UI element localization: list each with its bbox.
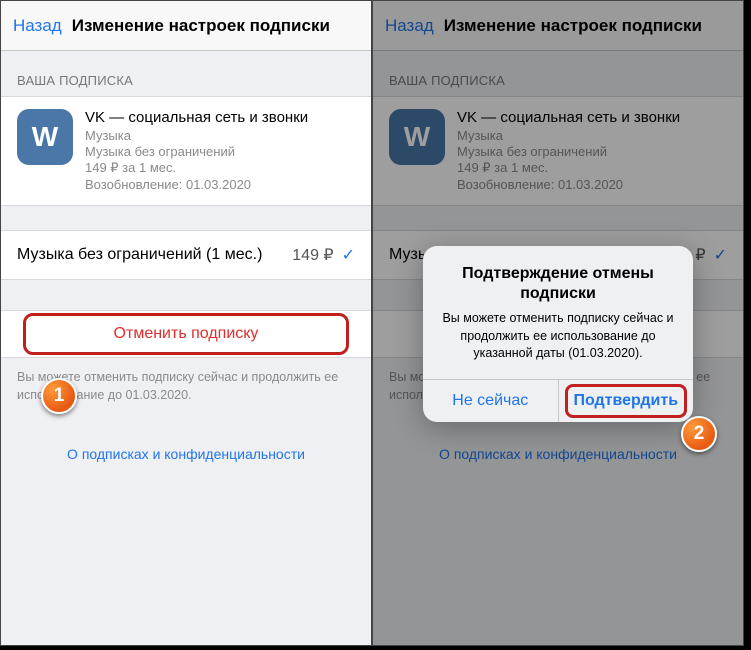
screen-right: Назад Изменение настроек подписки ВАША П… (372, 0, 744, 646)
app-name: VK — социальная сеть и звонки (85, 109, 308, 126)
cancel-subscription-button[interactable]: Отменить подписку (1, 310, 371, 358)
step-badge-1: 1 (41, 378, 77, 414)
alert-buttons: Не сейчас Подтвердить (423, 379, 693, 422)
app-sub2: Музыка без ограничений (85, 144, 308, 159)
plan-option-label: Музыка без ограничений (1 мес.) (17, 246, 262, 264)
alert-body: Подтверждение отмены подписки Вы можете … (423, 246, 693, 379)
app-price: 149 ₽ за 1 мес. (85, 160, 308, 176)
alert-message: Вы можете отменить подписку сейчас и про… (437, 310, 679, 363)
app-sub1: Музыка (85, 128, 308, 143)
page-title: Изменение настроек подписки (72, 16, 330, 36)
step-badge-2: 2 (681, 416, 717, 452)
check-icon: ✓ (342, 245, 355, 265)
cancel-label: Отменить подписку (114, 325, 259, 342)
vk-app-icon: W (17, 109, 73, 165)
plan-option-price: 149 ₽ ✓ (292, 245, 355, 265)
app-renewal: Возобновление: 01.03.2020 (85, 177, 308, 192)
confirm-alert: Подтверждение отмены подписки Вы можете … (423, 246, 693, 422)
screen-left: Назад Изменение настроек подписки ВАША П… (0, 0, 372, 646)
section-header: ВАША ПОДПИСКА (1, 51, 371, 96)
not-now-button[interactable]: Не сейчас (423, 380, 559, 422)
alert-title: Подтверждение отмены подписки (437, 264, 679, 304)
subscription-card[interactable]: W VK — социальная сеть и звонки Музыка М… (1, 96, 371, 206)
plan-option-row[interactable]: Музыка без ограничений (1 мес.) 149 ₽ ✓ (1, 230, 371, 280)
navbar: Назад Изменение настроек подписки (1, 1, 371, 51)
back-button[interactable]: Назад (13, 16, 62, 36)
confirm-label: Подтвердить (573, 392, 678, 409)
privacy-link[interactable]: О подписках и конфиденциальности (1, 446, 371, 462)
confirm-button[interactable]: Подтвердить (559, 380, 694, 422)
price-value: 149 ₽ (292, 245, 333, 265)
app-info: VK — социальная сеть и звонки Музыка Муз… (85, 109, 308, 193)
